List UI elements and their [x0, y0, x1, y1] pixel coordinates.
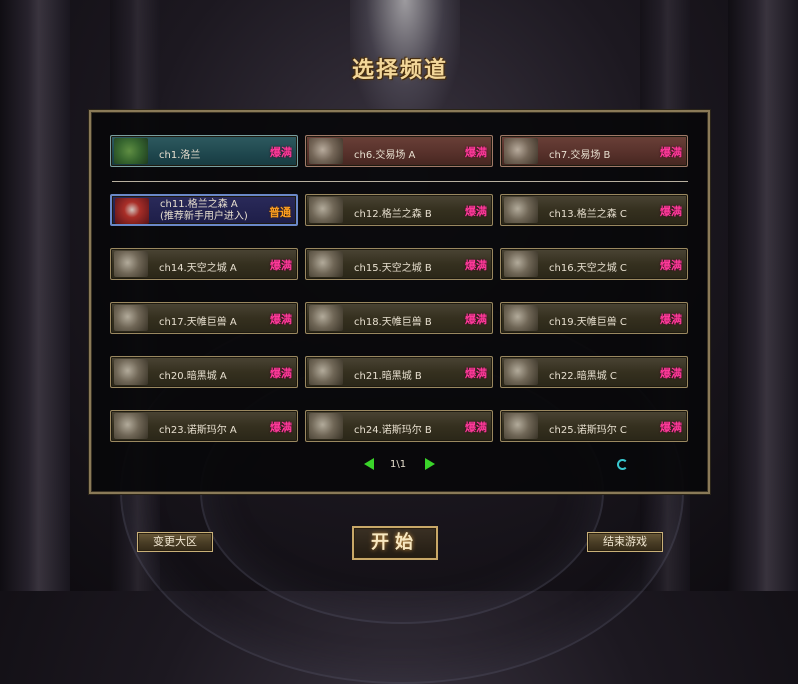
channel-thumbnail-icon — [309, 305, 343, 331]
channel-thumbnail-icon — [114, 413, 148, 439]
channel-button[interactable]: ch17.天帷巨兽 A 爆满 — [110, 302, 298, 334]
channel-name: ch17.天帷巨兽 A — [159, 317, 237, 328]
channel-name: ch18.天帷巨兽 B — [354, 317, 432, 328]
channel-name: ch20.暗黑城 A — [159, 371, 227, 382]
channel-name: ch12.格兰之森 B — [354, 209, 432, 220]
channel-status: 爆满 — [465, 367, 487, 380]
prev-page-icon[interactable] — [364, 458, 374, 470]
channel-thumbnail-icon — [114, 359, 148, 385]
channel-thumbnail-icon — [309, 413, 343, 439]
channel-status: 爆满 — [660, 421, 682, 434]
channel-name: ch16.天空之城 C — [549, 263, 627, 274]
channel-status: 爆满 — [465, 313, 487, 326]
channel-thumbnail-icon — [309, 138, 343, 164]
channel-button[interactable]: ch23.诺斯玛尔 A 爆满 — [110, 410, 298, 442]
channel-name: ch24.诺斯玛尔 B — [354, 425, 432, 436]
channel-name-main: ch11.格兰之森 A — [160, 199, 238, 210]
channel-button[interactable]: ch6.交易场 A 爆满 — [305, 135, 493, 167]
channel-status: 普通 — [269, 206, 291, 219]
channel-thumbnail-icon — [504, 413, 538, 439]
channel-thumbnail-icon — [309, 197, 343, 223]
channel-status: 爆满 — [465, 421, 487, 434]
channel-name: ch19.天帷巨兽 C — [549, 317, 627, 328]
channel-status: 爆满 — [660, 205, 682, 218]
channel-status: 爆满 — [465, 259, 487, 272]
channel-button[interactable]: ch15.天空之城 B 爆满 — [305, 248, 493, 280]
channel-button-selected[interactable]: ch11.格兰之森 A (推荐新手用户进入) 普通 — [110, 194, 298, 226]
channel-status: 爆满 — [465, 146, 487, 159]
channel-status: 爆满 — [270, 367, 292, 380]
background-pillar-right — [728, 0, 798, 591]
channel-name: ch13.格兰之森 C — [549, 209, 627, 220]
channel-button[interactable]: ch18.天帷巨兽 B 爆满 — [305, 302, 493, 334]
channel-button[interactable]: ch19.天帷巨兽 C 爆满 — [500, 302, 688, 334]
channel-button[interactable]: ch13.格兰之森 C 爆满 — [500, 194, 688, 226]
refresh-icon[interactable] — [617, 459, 628, 470]
channel-button[interactable]: ch22.暗黑城 C 爆满 — [500, 356, 688, 388]
channel-thumbnail-icon — [504, 138, 538, 164]
channel-button[interactable]: ch24.诺斯玛尔 B 爆满 — [305, 410, 493, 442]
channel-button[interactable]: ch25.诺斯玛尔 C 爆满 — [500, 410, 688, 442]
channel-status: 爆满 — [270, 146, 292, 159]
channel-name-sub: (推荐新手用户进入) — [160, 211, 248, 222]
channel-name: ch11.格兰之森 A (推荐新手用户进入) — [160, 199, 248, 223]
channel-button[interactable]: ch14.天空之城 A 爆满 — [110, 248, 298, 280]
channel-name: ch23.诺斯玛尔 A — [159, 425, 237, 436]
channel-name: ch7.交易场 B — [549, 150, 611, 161]
channel-status: 爆满 — [465, 205, 487, 218]
channel-thumbnail-icon — [114, 138, 148, 164]
channel-thumbnail-icon — [309, 359, 343, 385]
channel-button[interactable]: ch20.暗黑城 A 爆满 — [110, 356, 298, 388]
channel-thumbnail-icon — [504, 359, 538, 385]
channel-button[interactable]: ch1.洛兰 爆满 — [110, 135, 298, 167]
channel-name: ch14.天空之城 A — [159, 263, 237, 274]
background-pillar-left — [0, 0, 70, 591]
channel-thumbnail-icon — [504, 197, 538, 223]
channel-status: 爆满 — [660, 146, 682, 159]
channel-button[interactable]: ch21.暗黑城 B 爆满 — [305, 356, 493, 388]
start-button[interactable]: 开始 — [352, 526, 438, 560]
channel-button[interactable]: ch7.交易场 B 爆满 — [500, 135, 688, 167]
channel-name: ch6.交易场 A — [354, 150, 416, 161]
channel-thumbnail-icon — [114, 251, 148, 277]
channel-button[interactable]: ch12.格兰之森 B 爆满 — [305, 194, 493, 226]
channel-name: ch25.诺斯玛尔 C — [549, 425, 627, 436]
divider — [112, 181, 688, 182]
channel-status: 爆满 — [660, 259, 682, 272]
channel-button[interactable]: ch16.天空之城 C 爆满 — [500, 248, 688, 280]
channel-name: ch21.暗黑城 B — [354, 371, 422, 382]
channel-thumbnail-icon — [114, 305, 148, 331]
next-page-icon[interactable] — [425, 458, 435, 470]
exit-game-button[interactable]: 结束游戏 — [587, 532, 663, 552]
channel-thumbnail-icon — [504, 305, 538, 331]
channel-name: ch22.暗黑城 C — [549, 371, 617, 382]
channel-thumbnail-icon — [309, 251, 343, 277]
channel-status: 爆满 — [270, 259, 292, 272]
channel-status: 爆满 — [270, 421, 292, 434]
change-region-button[interactable]: 变更大区 — [137, 532, 213, 552]
channel-status: 爆满 — [270, 313, 292, 326]
channel-name: ch1.洛兰 — [159, 150, 201, 161]
channel-status: 爆满 — [660, 367, 682, 380]
channel-thumbnail-icon — [504, 251, 538, 277]
page-indicator: 1\1 — [390, 459, 407, 470]
channel-thumbnail-icon — [115, 198, 149, 224]
channel-name: ch15.天空之城 B — [354, 263, 432, 274]
page-title: 选择频道 — [351, 58, 448, 83]
channel-status: 爆满 — [660, 313, 682, 326]
